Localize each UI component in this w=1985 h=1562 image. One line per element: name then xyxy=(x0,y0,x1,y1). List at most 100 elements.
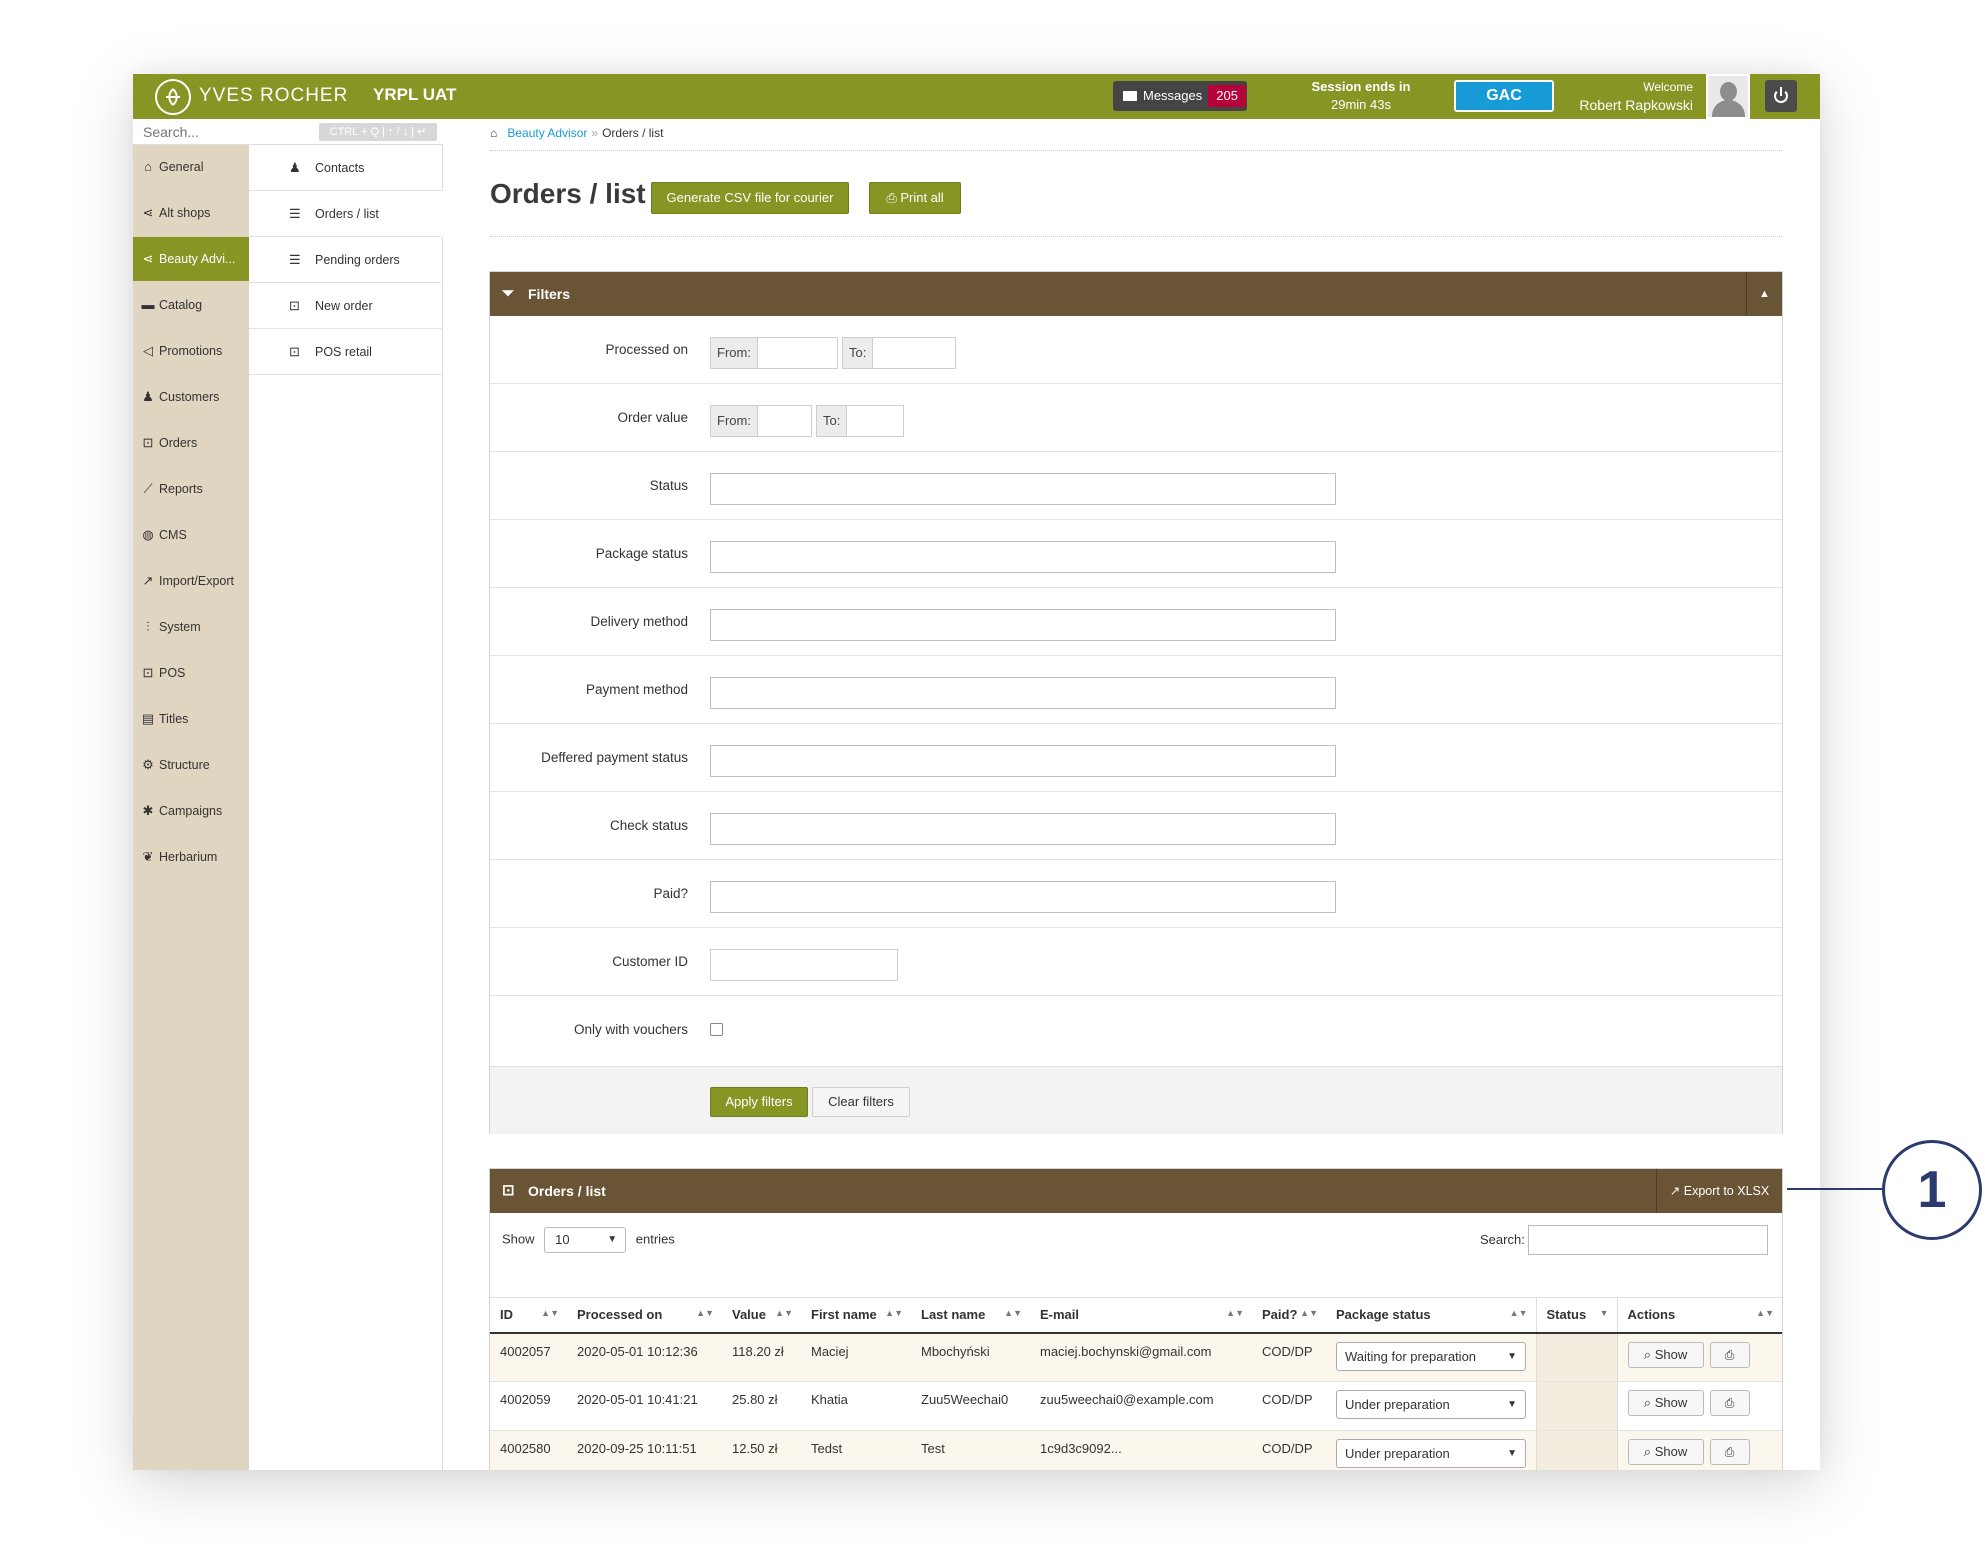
messages-button[interactable]: Messages 205 xyxy=(1113,81,1247,111)
filters-panel: ⏷ Filters ▲ Processed on From: To: Order… xyxy=(489,271,1783,1134)
package-status-dropdown[interactable]: Under preparation ▼ xyxy=(1336,1439,1526,1468)
printer-icon: ⎙ xyxy=(1724,1445,1735,1459)
clear-filters-button[interactable]: Clear filters xyxy=(812,1087,910,1117)
filter-row-payment-method: Payment method xyxy=(490,656,1782,724)
delivery-method-select[interactable] xyxy=(710,609,1336,641)
column-header-first-name[interactable]: First name ▲▼ xyxy=(801,1297,911,1334)
sort-icon: ▲▼ xyxy=(696,1308,714,1318)
print-button[interactable]: ⎙ xyxy=(1709,1341,1750,1368)
breadcrumb-link[interactable]: Beauty Advisor xyxy=(507,126,587,140)
submenu-item-contacts[interactable]: ♟ Contacts xyxy=(249,145,443,191)
submenu-item-orders-list[interactable]: ☰ Orders / list xyxy=(249,191,443,237)
messages-label: Messages xyxy=(1143,88,1203,103)
sidebar-item-alt-shops[interactable]: ⋖ Alt shops xyxy=(133,191,249,235)
processed-to-input[interactable]: To: xyxy=(842,337,956,369)
table-search-input[interactable] xyxy=(1528,1225,1768,1255)
app-window: YVES ROCHER YRPL UAT Messages 205 Session… xyxy=(133,74,1820,1470)
share-icon: ⋖ xyxy=(142,251,154,266)
print-button[interactable]: ⎙ xyxy=(1709,1439,1750,1465)
sidebar-item-general[interactable]: ⌂ General xyxy=(133,145,249,189)
sidebar-item-cms[interactable]: ◍ CMS xyxy=(133,513,249,557)
search-icon: ⌕ xyxy=(1643,1395,1655,1410)
sidebar-item-promotions[interactable]: ◁ Promotions xyxy=(133,329,249,373)
show-button[interactable]: ⌕ Show xyxy=(1627,1390,1704,1416)
sidebar-item-campaigns[interactable]: ✱ Campaigns xyxy=(133,789,249,833)
printer-icon: ⎙ xyxy=(1724,1347,1735,1362)
table-search-label: Search: xyxy=(1480,1232,1525,1247)
divider xyxy=(490,150,1782,151)
paid-select[interactable] xyxy=(710,881,1336,913)
sidebar: ⌂ General ⋖ Alt shops ⋖ Beauty Advi... ▬ Cat… xyxy=(133,119,249,1470)
check-status-select[interactable] xyxy=(710,813,1336,845)
orders-panel: ⊡ Orders / list ↗ Export to XLSX Show 10… xyxy=(489,1168,1783,1470)
processed-from-input[interactable]: From: xyxy=(710,337,838,369)
column-header-value[interactable]: Value ▲▼ xyxy=(722,1297,801,1334)
submenu-item-pending-orders[interactable]: ☰ Pending orders xyxy=(249,237,443,283)
page-size-select[interactable]: 10 ▼ xyxy=(544,1227,627,1253)
sort-icon: ▲▼ xyxy=(1509,1308,1528,1318)
sliders-icon: ⫶ xyxy=(146,619,150,634)
search-shortcut-hint: CTRL + Q | ↑ / ↓ | ↵ xyxy=(319,123,437,141)
apply-filters-button[interactable]: Apply filters xyxy=(710,1087,808,1117)
sidebar-item-titles[interactable]: ▤ Titles xyxy=(133,697,249,741)
sidebar-item-herbarium[interactable]: ❦ Herbarium xyxy=(133,835,249,879)
submenu-item-new-order[interactable]: ⊡ New order xyxy=(249,283,443,329)
sidebar-item-pos[interactable]: ⊡ POS xyxy=(133,651,249,695)
print-button[interactable]: ⎙ xyxy=(1709,1390,1750,1416)
filter-actions: Apply filters Clear filters xyxy=(490,1067,1782,1134)
gac-button[interactable]: GAC xyxy=(1454,80,1554,112)
home-icon[interactable]: ⌂ xyxy=(490,126,504,140)
value-to-input[interactable]: To: xyxy=(816,405,904,437)
deferred-payment-status-select[interactable] xyxy=(710,745,1336,777)
table-row: 4002057 2020-05-01 10:12:36 118.20 zł Ma… xyxy=(490,1332,1782,1382)
sidebar-item-customers[interactable]: ♟ Customers xyxy=(133,375,249,419)
column-header-package-status[interactable]: Package status ▲▼ xyxy=(1326,1297,1536,1334)
user-name: Robert Rapkowski xyxy=(1579,97,1693,113)
sidebar-item-reports[interactable]: ⟋ Reports xyxy=(133,467,249,511)
collapse-toggle-icon[interactable]: ▲ xyxy=(1746,272,1782,316)
sidebar-item-catalog[interactable]: ▬ Catalog xyxy=(133,283,249,327)
sidebar-item-import-export[interactable]: ↗ Import/Export xyxy=(133,559,249,603)
avatar[interactable] xyxy=(1706,74,1750,119)
package-status-dropdown[interactable]: Under preparation ▼ xyxy=(1336,1390,1526,1419)
status-select[interactable] xyxy=(710,473,1336,505)
chevron-down-icon: ▼ xyxy=(607,1234,618,1245)
cart-icon: ⊡ xyxy=(142,665,154,680)
submenu: ♟ Contacts ☰ Orders / list ☰ Pending orders… xyxy=(249,145,443,1470)
only-with-vouchers-checkbox[interactable] xyxy=(710,1023,723,1036)
payment-method-select[interactable] xyxy=(710,677,1336,709)
list-icon: ☰ xyxy=(289,252,301,267)
chevron-down-icon: ▼ xyxy=(1507,1350,1517,1362)
printer-icon: ⎙ xyxy=(1724,1396,1735,1410)
package-status-select[interactable] xyxy=(710,541,1336,573)
sidebar-item-system[interactable]: ⫶ System xyxy=(133,605,249,649)
sidebar-item-orders[interactable]: ⊡ Orders xyxy=(133,421,249,465)
brand-name: YVES ROCHER xyxy=(199,85,349,106)
table-header-row: ID ▲▼ Processed on ▲▼ Value ▲▼ First name ▲▼… xyxy=(490,1297,1782,1334)
print-all-button[interactable]: ⎙ Print all xyxy=(869,182,961,214)
show-button[interactable]: ⌕ Show xyxy=(1627,1439,1704,1465)
column-header-processed-on[interactable]: Processed on ▲▼ xyxy=(567,1297,722,1334)
logout-button[interactable] xyxy=(1765,80,1797,112)
show-button[interactable]: ⌕ Show xyxy=(1627,1341,1704,1368)
page-size-control: Show 10 ▼ entries xyxy=(502,1227,675,1253)
sidebar-item-beauty-advisor[interactable]: ⋖ Beauty Advi... xyxy=(133,237,249,281)
export-xlsx-button[interactable]: ↗ Export to XLSX xyxy=(1656,1169,1782,1213)
sort-icon: ▲▼ xyxy=(1226,1308,1244,1318)
value-from-input[interactable]: From: xyxy=(710,405,812,437)
column-header-status[interactable]: Status ▼ xyxy=(1535,1297,1618,1334)
generate-csv-button[interactable]: Generate CSV file for courier xyxy=(651,182,849,214)
column-header-actions[interactable]: Actions ▲▼ xyxy=(1617,1297,1782,1334)
asterisk-icon: ✱ xyxy=(142,803,154,818)
customer-id-input[interactable] xyxy=(710,949,898,981)
column-header-id[interactable]: ID ▲▼ xyxy=(490,1297,567,1334)
column-header-email[interactable]: E-mail ▲▼ xyxy=(1030,1297,1252,1334)
submenu-item-pos-retail[interactable]: ⊡ POS retail xyxy=(249,329,443,375)
sidebar-search-input[interactable] xyxy=(143,122,313,142)
sidebar-item-structure[interactable]: ⚙ Structure xyxy=(133,743,249,787)
page-title: Orders / list xyxy=(490,178,646,209)
status-cell xyxy=(1535,1332,1618,1382)
column-header-paid[interactable]: Paid? ▲▼ xyxy=(1252,1297,1326,1334)
package-status-dropdown[interactable]: Waiting for preparation ▼ xyxy=(1336,1341,1526,1371)
column-header-last-name[interactable]: Last name ▲▼ xyxy=(911,1297,1030,1334)
